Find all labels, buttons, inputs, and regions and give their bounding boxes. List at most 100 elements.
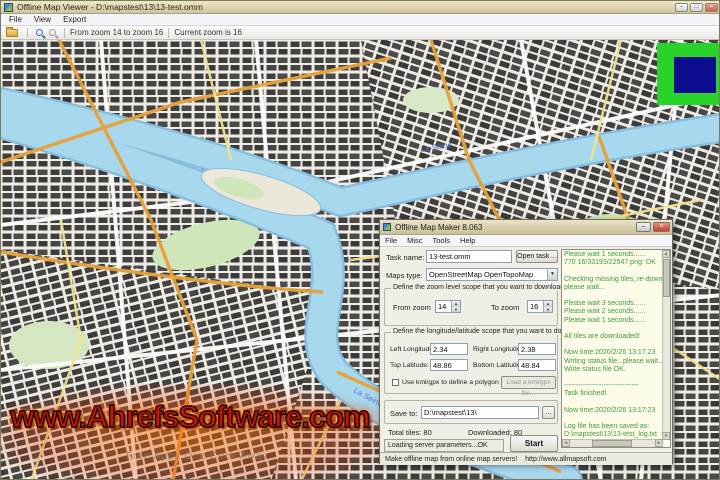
scrollbar-thumb[interactable]: [663, 259, 670, 297]
right-longitude-input[interactable]: [518, 343, 556, 355]
screen: La Seine La Seine Offline Map Viewer - D…: [0, 0, 720, 480]
log-lines: Please wait 1 seconds...... 770 16/33193/…: [564, 251, 662, 439]
to-zoom-stepper[interactable]: 16 ▲ ▼: [527, 300, 553, 313]
minimize-button[interactable]: –: [675, 2, 688, 12]
bottom-latitude-input[interactable]: [518, 359, 556, 371]
task-name-input[interactable]: [426, 250, 512, 263]
save-to-label: Save to:: [390, 409, 418, 418]
dialog-app-icon: [383, 223, 391, 231]
log-line: --------------------------------: [564, 382, 639, 390]
log-panel[interactable]: Please wait 1 seconds...... 770 16/33193/…: [561, 249, 671, 448]
horizontal-scrollbar[interactable]: ◄ ►: [562, 439, 663, 447]
from-zoom-label: From zoom: [393, 303, 431, 312]
dialog-menu-item[interactable]: File: [380, 236, 402, 245]
vertical-scrollbar[interactable]: ▲ ▼: [662, 250, 670, 440]
green-overlay: [657, 43, 719, 105]
scroll-left-icon[interactable]: ◄: [562, 439, 570, 447]
left-longitude-label: Left Longitude:: [390, 346, 435, 353]
area-scope-title: Define the longitude/latitude scope that…: [391, 328, 586, 335]
log-line: D:\mapstest\13\13-test_log.txt: [564, 431, 657, 439]
maximize-button[interactable]: □: [690, 2, 703, 12]
save-group: Save to: ...: [384, 400, 558, 424]
load-kml-button: Load a kml/gpx file...: [501, 376, 556, 397]
browse-button[interactable]: ...: [542, 406, 555, 419]
log-line: Please wait 3 seconds......: [564, 300, 646, 308]
window-title: Offline Map Viewer - D:\mapstest\13\13-t…: [17, 2, 203, 12]
watermark-text: www.AhrefsSoftware.com: [10, 398, 372, 435]
dialog-menu-item[interactable]: Tools: [428, 236, 456, 245]
log-line: Now time:2020/2/26 13:17:23: [564, 406, 656, 414]
chevron-down-icon[interactable]: ▼: [547, 269, 557, 280]
statusbar-link[interactable]: http://www.allmapsoft.com: [525, 456, 606, 463]
open-task-button[interactable]: Open task ...: [516, 250, 558, 263]
app-icon: [4, 2, 13, 12]
dialog-menubar: File Misc Tools Help: [380, 235, 672, 247]
scroll-up-icon[interactable]: ▲: [662, 250, 670, 258]
log-line: Please wait 2 seconds......: [564, 308, 646, 316]
dialog-close-button[interactable]: ×: [653, 222, 670, 232]
viewer-titlebar[interactable]: Offline Map Viewer - D:\mapstest\13\13-t…: [1, 1, 719, 14]
zoom-scope-group: Define the zoom level scope that you wan…: [384, 284, 567, 326]
viewer-menubar: File View Export: [1, 14, 719, 26]
log-line: Checking missing tiles, re-download them…: [564, 275, 662, 283]
dialog-statusbar: Make offline map from online map servers…: [380, 452, 672, 465]
to-zoom-label: To zoom: [491, 303, 520, 312]
right-longitude-label: Right Longitude:: [473, 346, 523, 353]
zoom-range-label: From zoom 14 to zoom 16: [70, 28, 164, 37]
log-line: All tiles are downloaded!: [564, 333, 640, 341]
log-line: Task finished!: [564, 390, 607, 398]
scroll-right-icon[interactable]: ►: [655, 439, 663, 447]
kml-checkbox[interactable]: [392, 379, 399, 386]
save-to-input[interactable]: [421, 406, 539, 419]
progress-status: Loading server parameters...OK: [384, 439, 504, 452]
maps-type-label: Maps type:: [386, 271, 423, 280]
open-folder-icon[interactable]: [6, 27, 18, 37]
current-zoom-label: Current zoom is 16: [174, 28, 242, 37]
zoom-in-icon[interactable]: [36, 29, 43, 36]
log-line: please wait...: [564, 283, 605, 291]
dialog-titlebar[interactable]: Offline Map Maker 8.063 – ×: [380, 220, 672, 235]
close-button[interactable]: ×: [705, 2, 718, 12]
dialog-menu-item[interactable]: Misc: [402, 236, 427, 245]
log-line: Now time:2020/2/26 13:17:23: [564, 349, 656, 357]
zoom-out-icon: [49, 29, 56, 36]
area-scope-group: Define the longitude/latitude scope that…: [384, 328, 586, 397]
dialog-minimize-button[interactable]: –: [636, 222, 651, 232]
navy-overlay: [674, 57, 716, 93]
viewer-toolbar: From zoom 14 to zoom 16 Current zoom is …: [1, 26, 719, 40]
top-latitude-input[interactable]: [430, 359, 468, 371]
start-button[interactable]: Start: [510, 435, 558, 452]
from-zoom-stepper[interactable]: 14 ▲ ▼: [435, 300, 461, 313]
log-line: Please wait 1 seconds......: [564, 251, 646, 258]
maps-type-select[interactable]: OpenStreetMap OpenTopoMap ▼: [426, 268, 558, 281]
log-line: 770 16/33193/22547.png: OK: [564, 259, 656, 267]
log-line: Log file has been saved as:: [564, 423, 650, 431]
spin-down-icon[interactable]: ▼: [543, 306, 552, 312]
left-longitude-input[interactable]: [430, 343, 468, 355]
watermark-subtext: Free Apps One Click Away: [126, 451, 269, 462]
task-name-label: Task name:: [386, 253, 425, 262]
dialog-menu-item[interactable]: Help: [455, 236, 480, 245]
spin-down-icon[interactable]: ▼: [451, 306, 460, 312]
kml-checkbox-label: Use kml/gpx to define a polygon area: [402, 379, 515, 386]
menu-item[interactable]: File: [3, 15, 28, 24]
offline-map-maker-dialog: Offline Map Maker 8.063 – × File Misc Tool…: [379, 219, 673, 465]
scrollbar-thumb[interactable]: [592, 440, 632, 447]
maps-type-value: OpenStreetMap OpenTopoMap: [429, 270, 534, 279]
bottom-latitude-label: Bottom Latitude:: [473, 362, 523, 369]
log-line: Writing status file...please wait...: [564, 357, 662, 365]
dialog-title: Offline Map Maker 8.063: [395, 222, 483, 232]
log-line: Write status file OK.: [564, 365, 626, 373]
menu-item[interactable]: Export: [57, 15, 92, 24]
top-latitude-label: Top Latitude:: [390, 362, 429, 369]
zoom-scope-title: Define the zoom level scope that you wan…: [391, 284, 567, 291]
menu-item[interactable]: View: [28, 15, 57, 24]
scroll-down-icon[interactable]: ▼: [662, 432, 670, 440]
